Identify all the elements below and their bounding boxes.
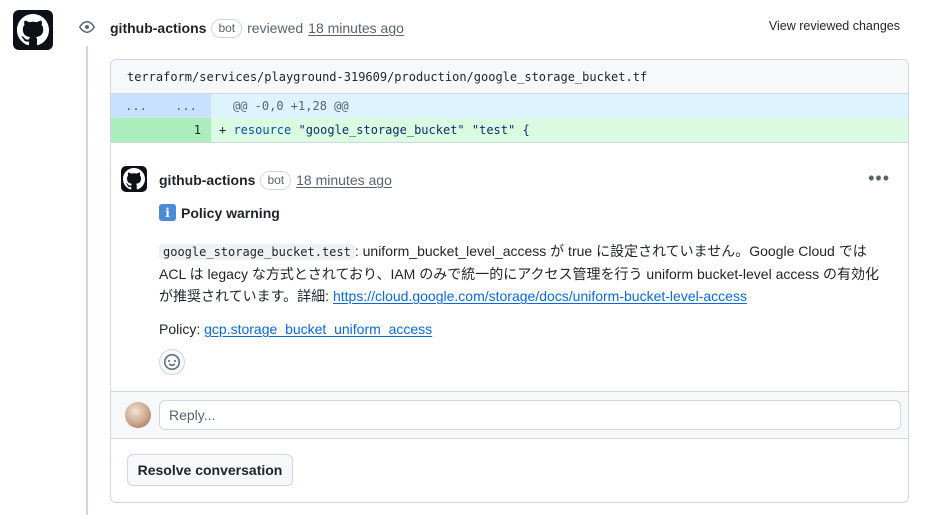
hunk-expand-old[interactable]: ... [111,94,161,118]
policy-warning-label: Policy warning [181,204,280,221]
review-timestamp[interactable]: 18 minutes ago [308,20,404,36]
diff-added-line: 1 + resource "google_storage_bucket" "te… [111,118,908,142]
review-author[interactable]: github-actions [110,20,206,36]
information-icon: i [159,204,176,221]
hunk-expand-new[interactable]: ... [161,94,211,118]
diff-hunk-row: ... ... @@ -0,0 +1,28 @@ [111,94,908,118]
reply-input[interactable] [159,400,901,430]
smiley-icon[interactable] [159,349,185,375]
policy-link[interactable]: gcp.storage_bucket_uniform_access [204,321,432,337]
review-thread: terraform/services/playground-319609/pro… [110,59,909,503]
resource-code: google_storage_bucket.test [159,244,355,260]
diff-prefix: + [219,123,234,137]
file-path[interactable]: terraform/services/playground-319609/pro… [111,60,908,94]
resolve-area: Resolve conversation [111,439,908,502]
github-octocat-icon[interactable] [121,166,147,192]
eye-icon [73,13,101,41]
comment: github-actions bot 18 minutes ago ••• i … [111,142,908,391]
resolve-conversation-button[interactable]: Resolve conversation [127,454,293,486]
policy-warning-title: i Policy warning [159,204,280,221]
review-header: github-actions bot reviewed 18 minutes a… [110,18,404,38]
policy-line: Policy: gcp.storage_bucket_uniform_acces… [159,321,432,337]
timeline-line [86,46,88,515]
comment-body: google_storage_bucket.test: uniform_buck… [159,240,889,307]
github-octocat-icon[interactable] [13,10,53,50]
reply-area [111,391,908,439]
view-reviewed-changes-link[interactable]: View reviewed changes [769,19,900,33]
bot-label: bot [211,18,243,38]
hunk-header: @@ -0,0 +1,28 @@ [211,94,908,118]
code-rest: "google_storage_bucket" "test" { [291,123,530,137]
review-action: reviewed [247,20,304,36]
comment-author[interactable]: github-actions [159,172,255,188]
new-line-number[interactable]: 1 [161,118,211,142]
bot-label: bot [260,170,292,190]
doc-link[interactable]: https://cloud.google.com/storage/docs/un… [333,288,747,304]
old-line-number [111,118,161,142]
comment-header: github-actions bot 18 minutes ago [159,170,392,190]
avatar[interactable] [125,402,151,428]
comment-timestamp[interactable]: 18 minutes ago [296,172,392,188]
policy-label: Policy: [159,321,205,337]
code-keyword: resource [233,123,292,137]
added-code-line: + resource "google_storage_bucket" "test… [211,118,908,142]
kebab-horizontal-icon[interactable]: ••• [868,169,890,187]
